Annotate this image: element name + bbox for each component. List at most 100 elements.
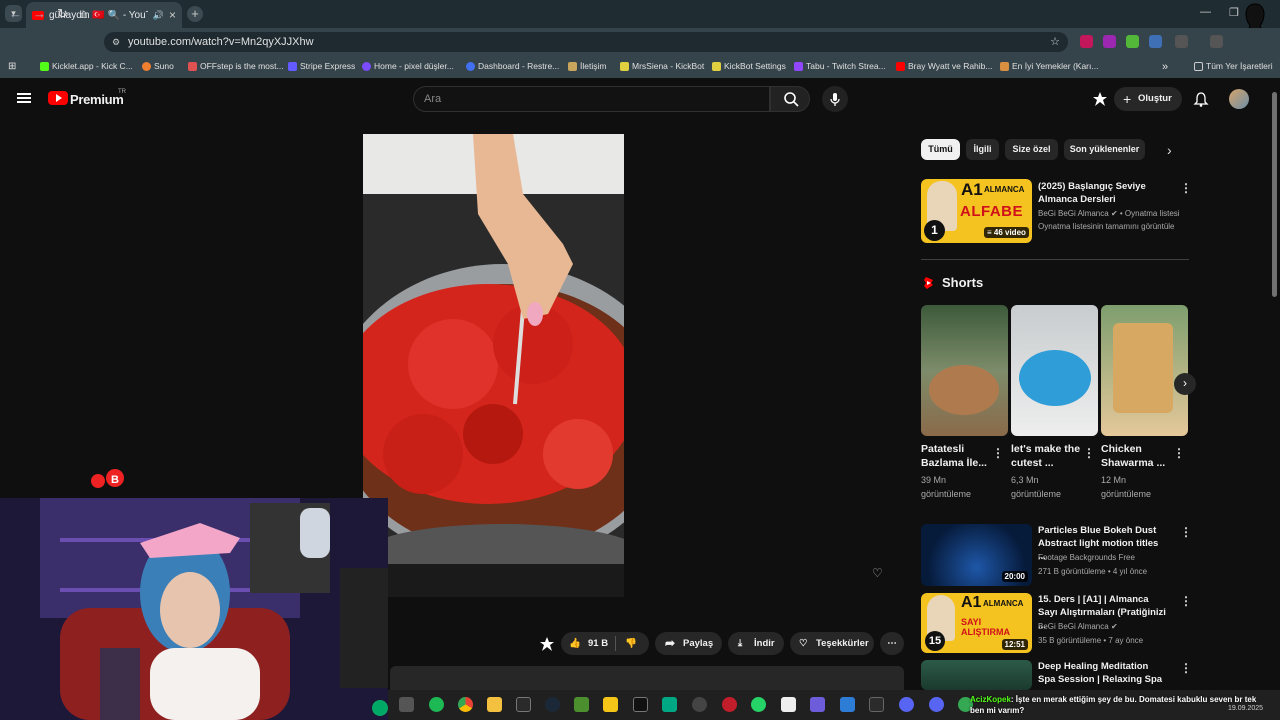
short-thumbnail[interactable] — [921, 305, 1008, 436]
discord-icon[interactable] — [929, 697, 944, 712]
video-thumbnail[interactable]: A1 ALMANCA SAYI ALIŞTIRMA 15 12:51 — [921, 593, 1032, 653]
bookmark-item[interactable]: KickBot Settings — [712, 61, 786, 71]
chip-all[interactable]: Tümü — [921, 139, 960, 160]
more-bookmarks-icon[interactable]: » — [1162, 61, 1168, 73]
apps-grid-icon[interactable]: ⊞ — [8, 61, 16, 72]
more-options-icon[interactable]: ⋮ — [1180, 525, 1192, 539]
steam-icon[interactable] — [545, 697, 560, 712]
create-button[interactable]: + Oluştur — [1114, 87, 1182, 111]
more-options-icon[interactable]: ⋮ — [1180, 181, 1192, 195]
rockstar-icon[interactable] — [603, 697, 618, 712]
site-info-icon[interactable]: ⚙ — [112, 32, 120, 52]
extensions-puzzle-icon[interactable] — [1175, 35, 1188, 48]
more-options-icon[interactable]: ⋮ — [1180, 594, 1192, 608]
bookmark-item[interactable]: MrsSiena - KickBot — [620, 61, 704, 71]
voice-search-mic-icon[interactable] — [822, 86, 848, 112]
file-explorer-icon[interactable] — [487, 697, 502, 712]
like-count[interactable]: 91 B — [588, 632, 608, 655]
extension-star-icon[interactable] — [539, 636, 555, 652]
chrome-icon[interactable] — [458, 697, 473, 712]
app-icon[interactable] — [869, 697, 884, 712]
video-channel[interactable]: Footage Backgrounds Free — [1038, 553, 1135, 562]
minimize-icon[interactable]: — — [1200, 6, 1211, 18]
share-button[interactable]: ➦ Paylaş — [655, 632, 722, 655]
short-thumbnail[interactable] — [1101, 305, 1188, 436]
playlist-thumbnail[interactable]: A1 ALMANCA ALFABE 1 ≡ 46 video — [921, 179, 1032, 243]
launcher-icon[interactable] — [574, 697, 589, 712]
chip-related[interactable]: İlgili — [966, 139, 999, 160]
app-icon[interactable] — [722, 697, 737, 712]
chip-recent[interactable]: Son yüklenenler — [1064, 139, 1145, 160]
short-thumbnail[interactable] — [1011, 305, 1098, 436]
address-bar[interactable]: ⚙ youtube.com/watch?v=Mn2qyXJJXhw ☆ — [104, 32, 1068, 52]
extension-icon[interactable] — [1080, 35, 1093, 48]
notifications-bell-icon[interactable] — [1193, 91, 1209, 107]
short-title[interactable]: Patatesli Bazlama İle... — [921, 442, 1001, 470]
dislike-thumb-icon[interactable]: 👎 — [625, 632, 637, 655]
bookmark-item[interactable]: İletişim — [568, 61, 606, 71]
extension-icon[interactable] — [1103, 35, 1116, 48]
more-options-icon[interactable]: ⋮ — [992, 446, 1004, 460]
app-icon[interactable] — [840, 697, 855, 712]
more-options-icon[interactable]: ⋮ — [1173, 446, 1185, 460]
bookmark-item[interactable]: Suno — [142, 61, 174, 71]
browser-tab[interactable]: günaydin 🇹🇷 🔍 - YouTube 🔊 × — [26, 2, 182, 28]
chevron-right-icon[interactable]: › — [1167, 142, 1172, 158]
short-title[interactable]: let's make the cutest ... — [1011, 442, 1091, 470]
discord-icon[interactable] — [899, 697, 914, 712]
bookmark-item[interactable]: En İyi Yemekler (Karı... — [1000, 61, 1098, 71]
extension-icon[interactable] — [1149, 35, 1162, 48]
reading-list-icon[interactable] — [1210, 35, 1223, 48]
bookmark-star-icon[interactable]: ☆ — [1050, 32, 1060, 52]
back-arrow-icon[interactable]: ← — [9, 6, 22, 21]
like-thumb-icon[interactable]: 👍 — [569, 632, 581, 655]
bookmark-item[interactable]: Kicklet.app - Kick C... — [40, 61, 133, 71]
search-input[interactable]: Ara — [413, 86, 770, 112]
notepad-icon[interactable] — [781, 697, 796, 712]
more-actions-button[interactable]: ⋯ — [880, 632, 904, 655]
view-full-playlist-link[interactable]: Oynatma listesinin tamamını görüntüle — [1038, 222, 1175, 231]
app-icon[interactable] — [810, 697, 825, 712]
home-icon[interactable]: ⌂ — [80, 6, 88, 21]
video-player[interactable] — [363, 134, 624, 597]
playlist-title[interactable]: (2025) Başlangıç Seviye Almanca Dersleri — [1038, 180, 1168, 206]
youtube-logo-icon[interactable] — [48, 91, 68, 105]
epic-games-icon[interactable] — [516, 697, 531, 712]
bookmark-item[interactable]: Dashboard - Restre... — [466, 61, 559, 71]
bookmark-item[interactable]: Home - pixel düşler... — [362, 61, 454, 71]
extension-icon[interactable] — [1126, 35, 1139, 48]
account-avatar[interactable] — [1229, 89, 1249, 109]
page-scrollbar[interactable] — [1272, 92, 1277, 297]
short-title[interactable]: Chicken Shawarma ... — [1101, 442, 1181, 470]
all-bookmarks-folder[interactable]: Tüm Yer İşaretleri — [1194, 61, 1273, 71]
bookmark-item[interactable]: Bray Wyatt ve Rahib... — [896, 61, 992, 71]
app-icon[interactable] — [662, 697, 677, 712]
video-thumbnail[interactable] — [921, 660, 1032, 690]
bookmark-item[interactable]: Stripe Express — [288, 61, 355, 71]
extension-star-icon[interactable] — [1092, 91, 1108, 107]
capcut-icon[interactable] — [633, 697, 648, 712]
task-view-icon[interactable] — [399, 697, 414, 712]
new-tab-button[interactable]: + — [187, 6, 203, 22]
forward-arrow-icon[interactable]: → — [33, 6, 46, 21]
speaker-icon[interactable]: 🔊 — [153, 10, 164, 21]
obs-icon[interactable] — [692, 697, 707, 712]
thanks-button[interactable]: ♡ Teşekkürler — [790, 632, 874, 655]
whatsapp-icon[interactable] — [751, 697, 766, 712]
download-button[interactable]: ⤓ İndir — [728, 632, 784, 655]
tab-close-icon[interactable]: × — [169, 8, 176, 22]
shorts-next-chevron-icon[interactable]: › — [1174, 373, 1196, 395]
youtube-logo-text[interactable]: Premium — [70, 92, 124, 107]
more-options-icon[interactable]: ⋮ — [1180, 661, 1192, 675]
description-box[interactable] — [390, 666, 904, 690]
bookmark-item[interactable]: OFFstep is the most... — [188, 61, 284, 71]
bookmark-item[interactable]: Tabu - Twitch Strea... — [794, 61, 886, 71]
video-thumbnail[interactable]: 20:00 — [921, 524, 1032, 586]
menu-icon[interactable] — [17, 93, 31, 103]
search-button[interactable] — [770, 86, 810, 112]
thumb-label-topic: ALFABE — [960, 203, 1023, 220]
chip-for-you[interactable]: Size özel — [1005, 139, 1058, 160]
spotify-icon[interactable] — [429, 697, 444, 712]
more-options-icon[interactable]: ⋮ — [1083, 446, 1095, 460]
reload-icon[interactable]: ↻ — [57, 6, 68, 22]
